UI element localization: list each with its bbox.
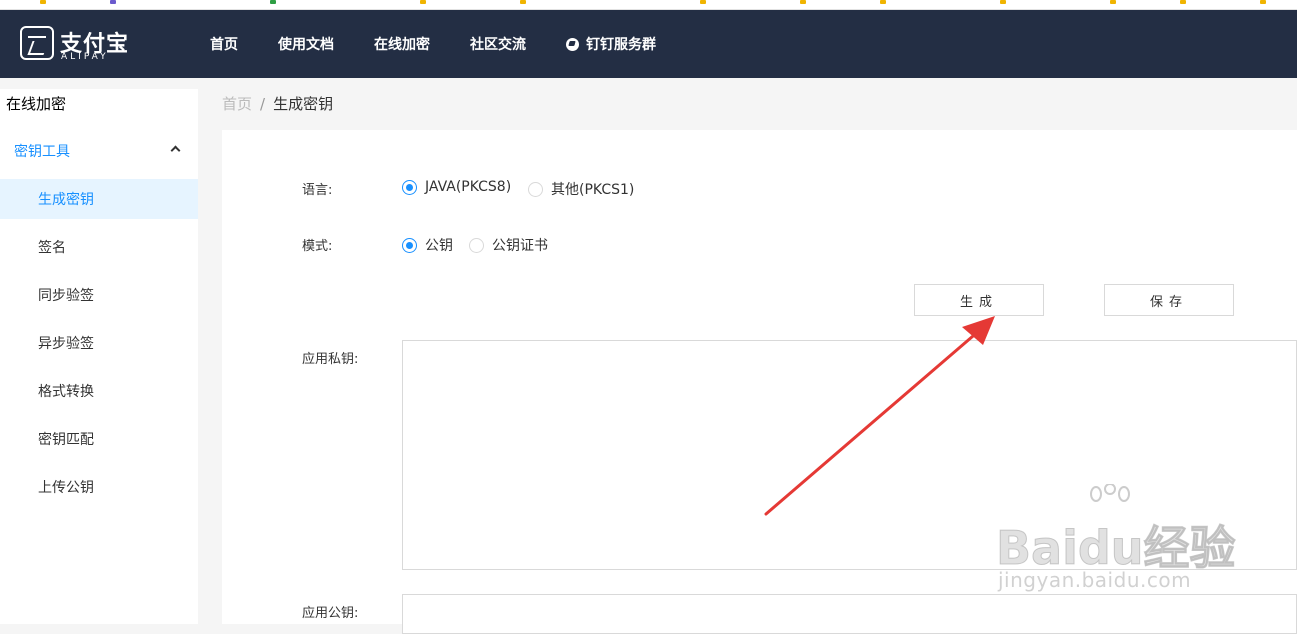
- breadcrumb-current: 生成密钥: [273, 95, 334, 113]
- top-header: 支付宝 ALIPAY 首页 使用文档 在线加密 社区交流 钉钉服务群: [0, 10, 1297, 78]
- submenu-key-tools[interactable]: 密钥工具: [0, 129, 198, 173]
- browser-bookmark-strip: [0, 0, 1297, 10]
- sidebar-item-format-convert[interactable]: 格式转换: [0, 371, 198, 411]
- nav-item-home[interactable]: 首页: [210, 34, 238, 54]
- sidebar-item-generate-key[interactable]: 生成密钥: [0, 179, 198, 219]
- mode-label: 模式:: [302, 239, 333, 254]
- sidebar-item-sign[interactable]: 签名: [0, 227, 198, 267]
- public-key-textarea[interactable]: [402, 594, 1297, 634]
- alipay-logo[interactable]: 支付宝 ALIPAY: [20, 26, 130, 66]
- breadcrumb: 首页 / 生成密钥: [222, 93, 333, 114]
- submenu-label: 密钥工具: [14, 144, 70, 160]
- sidebar-item-sync-verify[interactable]: 同步验签: [0, 275, 198, 315]
- breadcrumb-separator: /: [260, 95, 266, 113]
- nav-label: 在线加密: [374, 37, 430, 53]
- top-nav: 首页 使用文档 在线加密 社区交流 钉钉服务群: [210, 10, 696, 78]
- nav-item-dingtalk-group[interactable]: 钉钉服务群: [566, 34, 656, 54]
- radio-label: 公钥: [425, 238, 453, 254]
- breadcrumb-home[interactable]: 首页: [222, 95, 252, 113]
- radio-language-java-pkcs8[interactable]: JAVA(PKCS8): [402, 179, 511, 195]
- radio-mode-public-key-cert[interactable]: 公钥证书: [469, 235, 548, 255]
- sidebar: 在线加密 密钥工具 生成密钥 签名 同步验签 异步验签 格式转换 密钥匹配 上传…: [0, 89, 198, 624]
- generate-button[interactable]: 生成: [914, 284, 1044, 316]
- language-label: 语言:: [302, 183, 333, 198]
- private-key-label: 应用私钥:: [302, 352, 359, 367]
- radio-circle: [402, 179, 417, 195]
- save-button[interactable]: 保存: [1104, 284, 1234, 316]
- radio-mode-public-key[interactable]: 公钥: [402, 235, 453, 255]
- nav-item-docs[interactable]: 使用文档: [278, 34, 334, 54]
- radio-circle: [469, 237, 484, 253]
- public-key-label: 应用公钥:: [302, 606, 359, 621]
- chevron-up-icon: [170, 145, 181, 156]
- nav-item-community[interactable]: 社区交流: [470, 34, 526, 54]
- nav-item-online-encrypt[interactable]: 在线加密: [374, 34, 430, 54]
- radio-circle: [528, 181, 543, 197]
- alipay-logo-icon: [20, 26, 54, 60]
- radio-label: 公钥证书: [492, 238, 548, 254]
- nav-label: 使用文档: [278, 37, 334, 53]
- logo-name-en: ALIPAY: [61, 52, 109, 62]
- sidebar-item-upload-public-key[interactable]: 上传公钥: [0, 467, 198, 507]
- generate-key-panel: 语言: JAVA(PKCS8) 其他(PKCS1) 模式: 公钥 公钥证书 生成…: [222, 130, 1297, 634]
- sidebar-item-key-match[interactable]: 密钥匹配: [0, 419, 198, 459]
- radio-language-other-pkcs1[interactable]: 其他(PKCS1): [528, 179, 634, 199]
- nav-label: 社区交流: [470, 37, 526, 53]
- dingtalk-icon: [566, 37, 579, 51]
- sidebar-title: 在线加密: [6, 95, 67, 113]
- nav-label: 首页: [210, 37, 238, 53]
- nav-label: 钉钉服务群: [586, 37, 656, 53]
- radio-label: JAVA(PKCS8): [425, 179, 512, 195]
- radio-circle: [402, 237, 417, 253]
- private-key-textarea[interactable]: [402, 340, 1297, 570]
- radio-label: 其他(PKCS1): [551, 182, 635, 198]
- sidebar-item-async-verify[interactable]: 异步验签: [0, 323, 198, 363]
